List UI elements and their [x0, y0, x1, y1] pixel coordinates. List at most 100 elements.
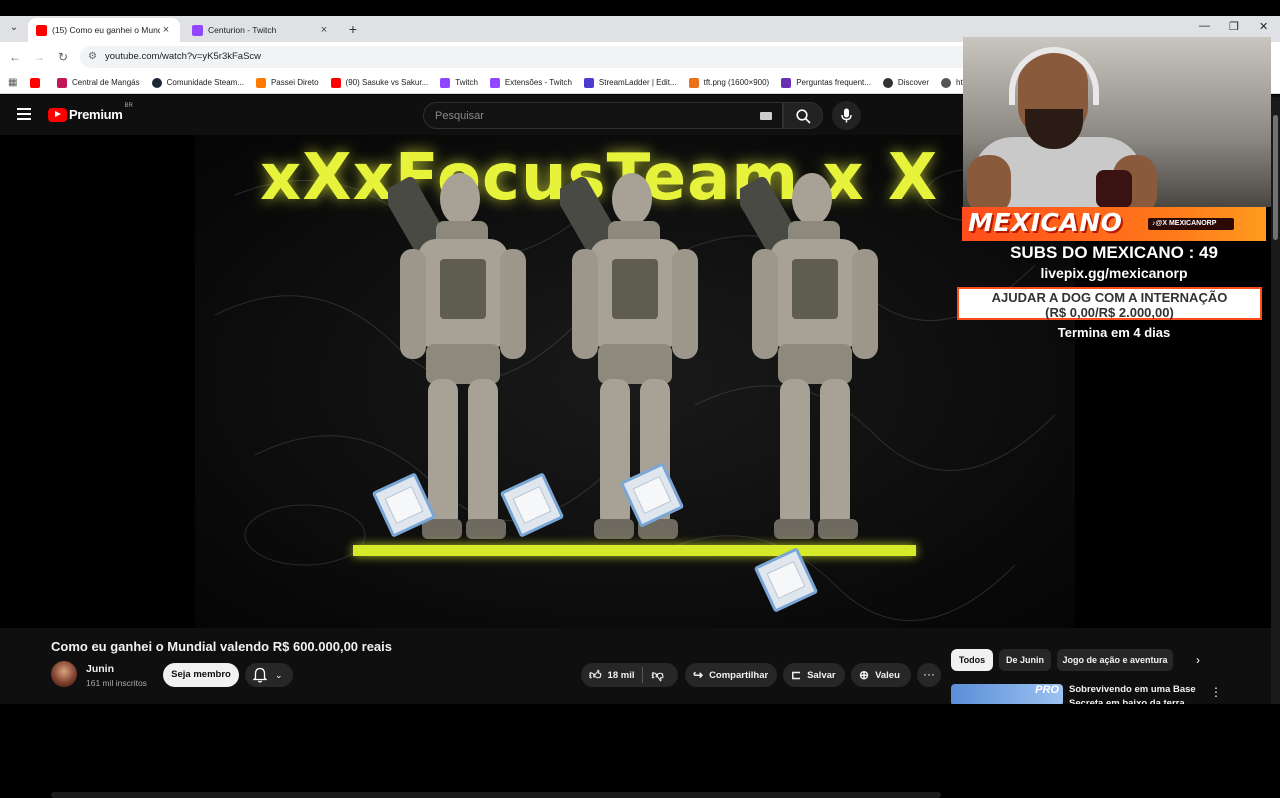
bookmark-favicon-icon — [583, 77, 594, 88]
bookmark-label: Central de Mangás — [72, 78, 140, 87]
divider — [642, 667, 644, 683]
youtube-play-icon — [48, 107, 67, 122]
bookmark-favicon-icon — [882, 77, 893, 88]
keyboard-icon[interactable] — [760, 112, 772, 120]
bookmark-label: (90) Sasuke vs Sakur... — [345, 78, 429, 87]
subscriber-count: 161 mil inscritos — [86, 678, 147, 688]
neon-floor-bar — [353, 545, 916, 556]
bookmark-item[interactable]: tft.png (1600×900) — [688, 77, 770, 88]
channel-avatar[interactable] — [51, 661, 77, 687]
goal-title: AJUDAR A DOG COM A INTERNAÇÃO — [991, 290, 1228, 305]
search-icon — [796, 109, 811, 124]
minimize-icon[interactable]: — — [1199, 20, 1210, 32]
bookmark-label: Discover — [897, 78, 930, 87]
bookmark-item[interactable]: Central de Mangás — [57, 77, 140, 88]
bookmark-favicon-icon — [688, 77, 699, 88]
share-icon: ↪ — [693, 668, 704, 682]
goal-deadline: Termina em 4 dias — [1057, 325, 1171, 340]
bookmark-item[interactable]: Passei Direto — [255, 77, 319, 88]
steam-icon — [151, 77, 162, 88]
search-button[interactable] — [783, 102, 823, 129]
bookmark-favicon-icon — [57, 77, 67, 88]
bookmark-youtube[interactable] — [30, 77, 45, 88]
bookmark-label: Perguntas frequent... — [796, 78, 871, 87]
bookmark-item[interactable]: Twitch — [440, 77, 478, 88]
like-count[interactable]: 18 mil — [608, 670, 635, 681]
address-bar[interactable]: ⚙ youtube.com/watch?v=yK5r3kFaScw — [80, 46, 980, 68]
chip-all[interactable]: Todos — [951, 649, 993, 671]
share-button[interactable]: ↪ Compartilhar — [685, 663, 777, 687]
donation-goal-box: AJUDAR A DOG COM A INTERNAÇÃO (R$ 0,00/R… — [957, 287, 1262, 320]
twitch-icon — [489, 77, 500, 88]
dislike-icon[interactable]: 👎︎ — [651, 668, 663, 683]
overlay-subs-count: SUBS DO MEXICANO : 49 — [1010, 243, 1218, 262]
tab-title: Centurion - Twitch — [208, 25, 277, 35]
chevron-down-icon: ⌄ — [275, 670, 283, 680]
bookmark-item[interactable]: (90) Sasuke vs Sakur... — [330, 77, 429, 88]
soldier-figure — [740, 173, 878, 539]
chip-action-adventure[interactable]: Jogo de ação e aventura — [1057, 649, 1173, 671]
site-info-icon[interactable]: ⚙ — [88, 51, 100, 63]
youtube-icon — [330, 77, 341, 88]
chevron-right-icon[interactable]: › — [1196, 653, 1200, 667]
top-letterbox — [0, 0, 1280, 16]
microphone-icon — [841, 108, 852, 123]
super-thanks-icon: ⊕ — [859, 668, 870, 682]
thanks-button[interactable]: ⊕ Valeu — [851, 663, 911, 687]
youtube-premium-logo[interactable]: Premium BR — [48, 103, 133, 122]
bookmark-favicon-icon — [255, 77, 266, 88]
bookmark-item[interactable]: Discover — [882, 77, 930, 88]
back-icon[interactable]: ← — [8, 50, 22, 64]
video-title: Como eu ganhei o Mundial valendo R$ 600.… — [51, 639, 393, 654]
bookmark-item[interactable]: StreamLadder | Edit... — [583, 77, 677, 88]
search-placeholder: Pesquisar — [435, 110, 484, 122]
bookmark-item[interactable]: Perguntas frequent... — [781, 77, 871, 88]
save-button[interactable]: ⊏ Salvar — [783, 663, 845, 687]
hamburger-menu-icon[interactable] — [17, 108, 31, 120]
overlay-banner: MEXICANO ♪@X MEXICANORP — [962, 207, 1266, 241]
search-input[interactable]: Pesquisar — [423, 102, 783, 129]
tab-twitch[interactable]: Centurion - Twitch × — [184, 18, 338, 42]
bookmark-label: Passei Direto — [270, 78, 319, 87]
more-actions-icon[interactable]: ··· — [917, 663, 941, 687]
like-dislike-group: 👍︎ 18 mil 👎︎ — [581, 663, 678, 687]
voice-search-button[interactable] — [832, 101, 861, 130]
goal-progress: (R$ 0,00/R$ 2.000,00) — [1045, 305, 1174, 320]
bookmark-item[interactable]: Extensões - Twitch — [489, 77, 572, 88]
bookmark-label: tft.png (1600×900) — [703, 78, 770, 87]
recommended-menu-icon[interactable]: ⋮ — [1210, 685, 1222, 699]
channel-name[interactable]: Junin — [86, 663, 114, 675]
bookmark-item[interactable]: Comunidade Steam... — [151, 77, 244, 88]
tab-youtube[interactable]: (15) Como eu ganhei o Mundia × — [28, 18, 180, 42]
reload-icon[interactable]: ↻ — [56, 50, 70, 64]
recommended-video-thumbnail[interactable]: PRO — [951, 684, 1063, 706]
url-text: youtube.com/watch?v=yK5r3kFaScw — [105, 51, 262, 62]
chip-from-channel[interactable]: De Junin — [999, 649, 1051, 671]
microphone-icon — [1096, 170, 1132, 207]
join-button[interactable]: Seja membro — [163, 663, 239, 687]
bookmark-label: Comunidade Steam... — [166, 78, 244, 87]
close-window-icon[interactable]: ✕ — [1259, 20, 1268, 33]
logo-region: BR — [124, 103, 133, 109]
logo-text: Premium — [69, 107, 123, 122]
apps-grid-icon[interactable]: ▦ — [8, 77, 20, 89]
maximize-icon[interactable]: ❐ — [1229, 20, 1239, 33]
tab-search-icon[interactable]: ⌄ — [6, 20, 22, 36]
recommended-badge: PRO — [1035, 684, 1059, 696]
bookmark-icon: ⊏ — [791, 668, 802, 682]
tab-close-icon[interactable]: × — [318, 24, 330, 36]
new-tab-icon[interactable]: + — [344, 20, 362, 38]
overlay-livepix: livepix.gg/mexicanorp — [1040, 265, 1188, 281]
thanks-label: Valeu — [875, 669, 900, 681]
notification-button[interactable]: ⌄ — [245, 663, 293, 687]
overlay-social-tag: ♪@X MEXICANORP — [1148, 218, 1234, 230]
recommended-video-title[interactable]: Sobrevivendo em uma Base — [1069, 684, 1196, 695]
forward-icon[interactable]: → — [32, 50, 46, 64]
globe-icon — [941, 77, 952, 88]
headset-icon — [1009, 47, 1099, 105]
overlay-banner-title: MEXICANO — [968, 208, 1123, 237]
youtube-icon — [30, 77, 40, 88]
like-icon[interactable]: 👍︎ — [589, 668, 602, 683]
scrollbar-thumb[interactable] — [1273, 115, 1278, 240]
tab-close-icon[interactable]: × — [160, 24, 172, 36]
